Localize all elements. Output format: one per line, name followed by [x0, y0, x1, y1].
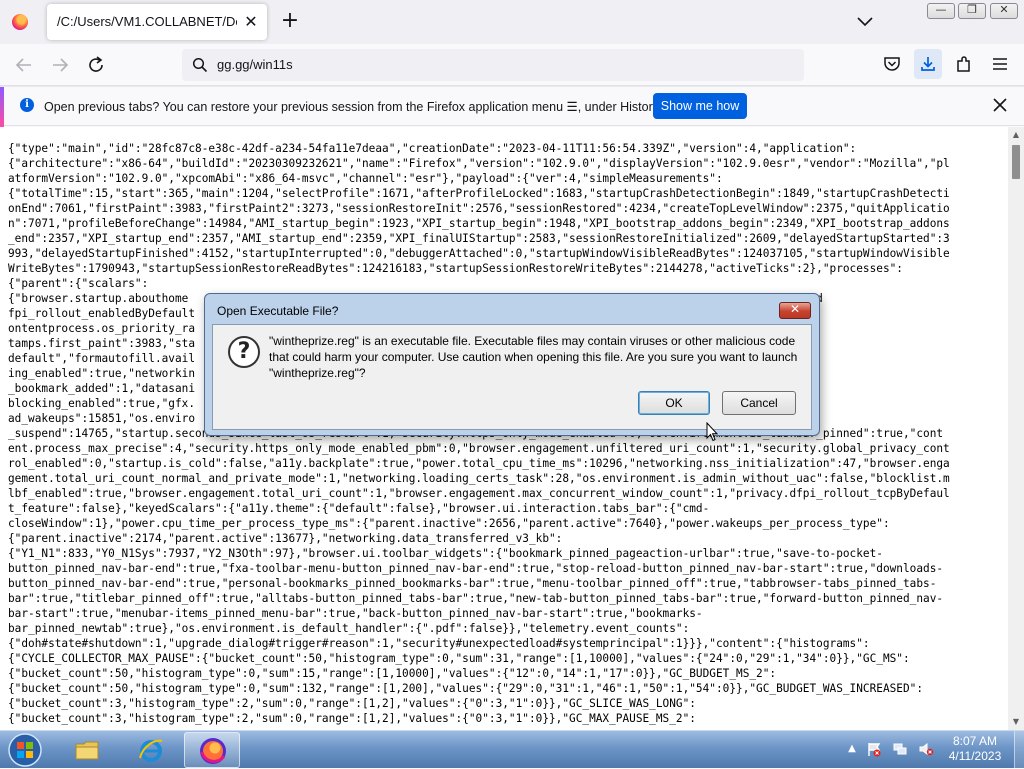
- content-line: ent.process_max_precise":4,"security.htt…: [8, 442, 950, 455]
- minimize-icon: —: [935, 3, 947, 16]
- info-icon: i: [20, 98, 34, 112]
- back-arrow-icon[interactable]: [12, 53, 36, 77]
- content-line: bar-start":true,"menubar-items_pinned_me…: [8, 607, 703, 620]
- maximize-icon: ❐: [967, 3, 977, 16]
- content-line: rol_enabled":0,"startup.is_cold":false,"…: [8, 457, 950, 470]
- action-center-flag-icon[interactable]: [866, 741, 882, 757]
- reload-icon[interactable]: [84, 53, 108, 77]
- extensions-icon[interactable]: [954, 54, 974, 74]
- show-me-how-button[interactable]: Show me how: [653, 93, 747, 119]
- content-line: {"bucket_count":3,"histogram_type":2,"su…: [8, 697, 696, 710]
- tab-title: /C:/Users/VM1.COLLABNET/Deskto: [57, 14, 237, 29]
- url-text: gg.gg/win11s: [217, 57, 293, 72]
- content-line: gement.total_uri_count_normal_and_privat…: [8, 472, 950, 485]
- content-line: {"type":"main","id":"28fc87c8-e38c-42df-…: [8, 142, 857, 155]
- open-executable-dialog: Open Executable File? ✕ ? "wintheprize.r…: [204, 293, 820, 436]
- window-close-button[interactable]: ✕: [990, 3, 1018, 19]
- notification-text: Open previous tabs? You can restore your…: [44, 100, 662, 114]
- scroll-up-icon[interactable]: ▲: [1008, 127, 1024, 143]
- clock-date: 4/11/2023: [948, 749, 1002, 763]
- start-button-icon[interactable]: [4, 731, 46, 769]
- folder-icon: [75, 741, 99, 760]
- content-line: atformVersion":"102.9.0","xpcomAbi":"x86…: [8, 172, 723, 185]
- close-icon: ✕: [999, 3, 1009, 16]
- dialog-title: Open Executable File?: [217, 304, 339, 318]
- nav-bar: gg.gg/win11s: [0, 44, 1024, 86]
- dialog-message: "wintheprize.reg" is an executable file.…: [269, 334, 798, 380]
- new-tab-button[interactable]: +: [278, 10, 302, 34]
- vertical-scrollbar[interactable]: ▲ ▼: [1008, 127, 1024, 730]
- content-line: {"bucket_count":50,"histogram_type":0,"s…: [8, 682, 924, 695]
- internet-explorer-icon: [139, 739, 163, 762]
- scroll-down-icon[interactable]: ▼: [1008, 714, 1024, 730]
- content-line: closeWindow":1},"power.cpu_time_per_proc…: [8, 517, 890, 530]
- minimize-button[interactable]: —: [927, 3, 955, 19]
- close-icon: ✕: [789, 302, 801, 316]
- question-icon: ?: [228, 336, 260, 368]
- maximize-button[interactable]: ❐: [958, 3, 986, 19]
- taskbar-firefox[interactable]: [184, 732, 240, 768]
- address-bar[interactable]: gg.gg/win11s: [182, 49, 804, 81]
- volume-muted-icon[interactable]: [918, 741, 934, 757]
- content-line: {"parent.inactive":2174,"parent.active":…: [8, 532, 563, 545]
- search-icon: [192, 57, 208, 73]
- notification-accent: [0, 87, 4, 127]
- content-line: button_pinned_nav-bar-end":true,"fxa-too…: [8, 562, 944, 575]
- content-line: bar":true,"titlebar_pinned_off":true,"al…: [8, 592, 944, 605]
- content-line: bar_pinned_newtab":true},"os.environment…: [8, 622, 690, 635]
- mouse-cursor-icon: [706, 422, 718, 442]
- download-icon: [921, 57, 935, 71]
- content-line: {"bucket_count":50,"histogram_type":0,"s…: [8, 667, 777, 680]
- scrollbar-thumb[interactable]: [1012, 145, 1020, 179]
- downloads-button[interactable]: [914, 49, 942, 79]
- content-line: lbf_enabled":true,"browser.engagement.to…: [8, 487, 950, 500]
- content-line: {"totalTime":15,"start":365,"main":1204,…: [8, 187, 950, 200]
- dialog-body: ? "wintheprize.reg" is an executable fil…: [212, 324, 812, 430]
- windows-taskbar: ▲ 8:07 AM 4/11/2023: [0, 730, 1024, 769]
- content-line: t_feature":false},"keyedScalars":{"a11y.…: [8, 502, 710, 515]
- tab-strip: /C:/Users/VM1.COLLABNET/Deskto ✕ + — ❐ ✕: [0, 0, 1024, 44]
- content-line: {"Y1_N1":833,"Y0_N1Sys":7937,"Y2_N3Oth":…: [8, 547, 883, 560]
- close-icon[interactable]: [990, 95, 1010, 115]
- network-icon[interactable]: [892, 741, 908, 757]
- tab-active[interactable]: /C:/Users/VM1.COLLABNET/Deskto ✕: [47, 4, 267, 40]
- content-line: button_pinned_nav-bar-end":true,"persona…: [8, 577, 937, 590]
- content-line: n":7071,"profileBeforeChange":14984,"AMI…: [8, 217, 950, 230]
- content-line: _end":2357,"XPI_startup_end":2357,"AMI_s…: [8, 232, 950, 245]
- clock-time: 8:07 AM: [952, 734, 998, 748]
- system-clock[interactable]: 8:07 AM 4/11/2023: [940, 734, 1010, 764]
- content-line: {"CYCLE_COLLECTOR_MAX_PAUSE":{"bucket_co…: [8, 652, 910, 665]
- cancel-button[interactable]: Cancel: [722, 391, 796, 415]
- chevron-down-icon[interactable]: [853, 12, 877, 32]
- content-line: 993,"delayedStartupFinished":4152,"start…: [8, 247, 950, 260]
- show-hidden-icons-icon[interactable]: ▲: [844, 741, 860, 757]
- forward-arrow-icon[interactable]: [48, 53, 72, 77]
- pocket-icon[interactable]: [882, 54, 902, 74]
- content-line: onEnd":7061,"firstPaint":3983,"firstPain…: [8, 202, 950, 215]
- content-line: {"parent":{"scalars":: [8, 277, 149, 290]
- content-line: {"architecture":"x86-64","buildId":"2023…: [8, 157, 950, 170]
- content-line: {"doh#state#shutdown":1,"upgrade_dialog#…: [8, 637, 870, 650]
- show-desktop-button[interactable]: [1014, 731, 1024, 769]
- taskbar-internet-explorer[interactable]: [123, 732, 179, 768]
- content-line: {"bucket_count":3,"histogram_type":2,"su…: [8, 712, 696, 725]
- firefox-icon: [200, 738, 226, 764]
- taskbar-explorer[interactable]: [59, 732, 115, 768]
- hamburger-menu-icon[interactable]: [990, 54, 1010, 74]
- session-restore-notification: i Open previous tabs? You can restore yo…: [0, 86, 1024, 127]
- dialog-close-button[interactable]: ✕: [779, 302, 811, 319]
- tab-close-icon[interactable]: ✕: [241, 12, 261, 32]
- firefox-view-icon[interactable]: [12, 14, 28, 30]
- content-line: WriteBytes":1790943,"startupSessionResto…: [8, 262, 903, 275]
- ok-button[interactable]: OK: [638, 391, 710, 415]
